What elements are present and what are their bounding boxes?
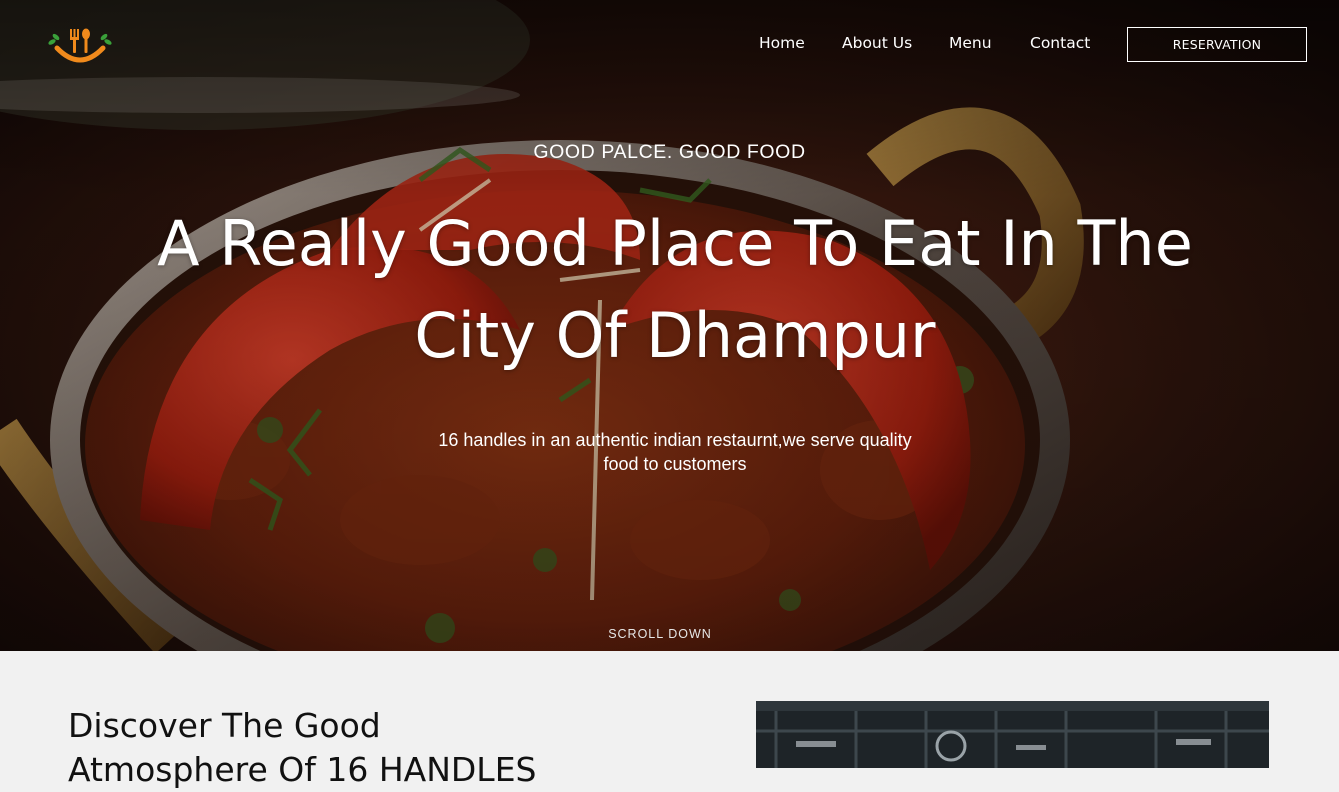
nav-home[interactable]: Home bbox=[759, 34, 805, 56]
hero-subtitle-line2: food to customers bbox=[603, 454, 747, 474]
nav-menu[interactable]: Menu bbox=[949, 34, 992, 56]
hero-subtitle: 16 handles in an authentic indian restau… bbox=[390, 428, 960, 476]
hero-headline-line1: A Really Good Place To Eat In The bbox=[157, 207, 1193, 280]
restaurant-interior-graphic bbox=[756, 701, 1269, 768]
restaurant-interior-image bbox=[756, 701, 1269, 768]
nav-about-us[interactable]: About Us bbox=[842, 34, 912, 56]
hero-subtitle-line1: 16 handles in an authentic indian restau… bbox=[438, 430, 912, 450]
reservation-button[interactable]: RESERVATION bbox=[1127, 27, 1307, 62]
hero-eyebrow: GOOD PALCE. GOOD FOOD bbox=[533, 141, 806, 163]
about-heading-line1: Discover The Good bbox=[68, 706, 381, 745]
fork-spoon-smile-icon[interactable] bbox=[46, 26, 114, 66]
site-header: Home About Us Menu Contact RESERVATION bbox=[0, 0, 1339, 90]
nav-contact[interactable]: Contact bbox=[1030, 34, 1090, 56]
about-heading: Discover The Good Atmosphere Of 16 HANDL… bbox=[68, 704, 628, 792]
hero-section: Home About Us Menu Contact RESERVATION G… bbox=[0, 0, 1339, 651]
scroll-down-link[interactable]: SCROLL DOWN bbox=[0, 627, 1320, 641]
hero-headline: A Really Good Place To Eat In The City O… bbox=[100, 198, 1250, 382]
hero-headline-line2: City Of Dhampur bbox=[414, 299, 936, 372]
about-heading-line2: Atmosphere Of 16 HANDLES bbox=[68, 750, 537, 789]
